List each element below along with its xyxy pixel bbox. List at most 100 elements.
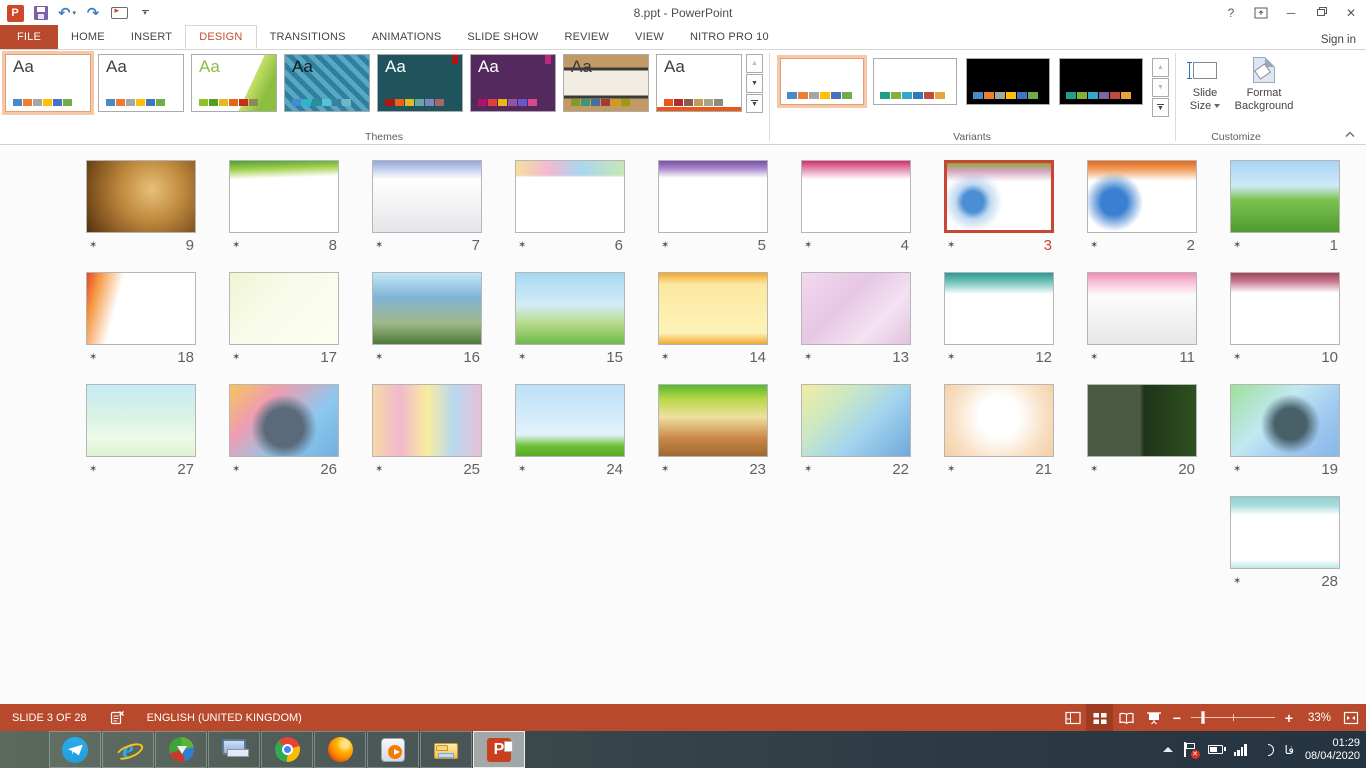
network-signal-icon[interactable]	[1234, 744, 1247, 756]
spell-check-icon[interactable]	[109, 710, 125, 725]
battery-icon[interactable]	[1208, 745, 1223, 754]
slide-thumbnail-18[interactable]	[86, 272, 196, 345]
animation-star-icon[interactable]: ✶	[804, 464, 812, 475]
volume-icon[interactable]	[1258, 744, 1274, 756]
redo-icon[interactable]: ↷	[83, 2, 103, 24]
zoom-slider[interactable]	[1187, 704, 1279, 731]
tab-review[interactable]: REVIEW	[551, 25, 622, 49]
zoom-slider-thumb[interactable]	[1201, 711, 1205, 724]
taskbar-telegram-icon[interactable]	[49, 731, 101, 768]
variant-thumbnail-4[interactable]	[1059, 58, 1143, 105]
animation-star-icon[interactable]: ✶	[1090, 352, 1098, 363]
powerpoint-logo-icon[interactable]: P	[5, 2, 25, 24]
animation-star-icon[interactable]: ✶	[661, 240, 669, 251]
theme-thumbnail-8[interactable]: Aa	[656, 54, 742, 112]
theme-thumbnail-4[interactable]: Aa	[284, 54, 370, 112]
slide-thumbnail-9[interactable]	[86, 160, 196, 233]
tab-view[interactable]: VIEW	[622, 25, 677, 49]
slide-thumbnail-10[interactable]	[1230, 272, 1340, 345]
slide-thumbnail-14[interactable]	[658, 272, 768, 345]
themes-scroll-up-icon[interactable]: ▲	[746, 54, 763, 73]
slide-thumbnail-12[interactable]	[944, 272, 1054, 345]
themes-more-icon[interactable]: ▼	[746, 94, 763, 113]
animation-star-icon[interactable]: ✶	[518, 352, 526, 363]
close-icon[interactable]: ✕	[1336, 0, 1366, 26]
slide-thumbnail-21[interactable]	[944, 384, 1054, 457]
language-indicator[interactable]: ENGLISH (UNITED KINGDOM)	[147, 712, 302, 724]
collapse-ribbon-icon[interactable]	[1344, 131, 1356, 138]
animation-star-icon[interactable]: ✶	[518, 464, 526, 475]
taskbar-chrome-icon[interactable]	[261, 731, 313, 768]
animation-star-icon[interactable]: ✶	[661, 464, 669, 475]
animation-star-icon[interactable]: ✶	[1233, 352, 1241, 363]
variants-more-icon[interactable]: ▼	[1152, 98, 1169, 117]
taskbar-firefox-icon[interactable]	[314, 731, 366, 768]
theme-thumbnail-7[interactable]: Aa	[563, 54, 649, 112]
customize-quick-access-toolbar-icon[interactable]: ▾	[135, 2, 155, 24]
zoom-out-button[interactable]: −	[1167, 710, 1187, 726]
ribbon-display-options-icon[interactable]	[1246, 0, 1276, 26]
tab-slide-show[interactable]: SLIDE SHOW	[454, 25, 551, 49]
start-from-beginning-icon[interactable]	[109, 2, 129, 24]
themes-scroll-down-icon[interactable]: ▼	[746, 74, 763, 93]
slide-thumbnail-7[interactable]	[372, 160, 482, 233]
tab-insert[interactable]: INSERT	[118, 25, 185, 49]
taskbar-media-icon[interactable]	[367, 731, 419, 768]
slide-thumbnail-22[interactable]	[801, 384, 911, 457]
slide-thumbnail-2[interactable]	[1087, 160, 1197, 233]
theme-thumbnail-5[interactable]: Aa	[377, 54, 463, 112]
start-button[interactable]	[0, 731, 48, 768]
undo-icon[interactable]: ↶▾	[57, 2, 77, 24]
animation-star-icon[interactable]: ✶	[804, 352, 812, 363]
slide-thumbnail-11[interactable]	[1087, 272, 1197, 345]
format-background-button[interactable]: Format Background	[1228, 53, 1300, 113]
tab-nitro-pro-10[interactable]: NITRO PRO 10	[677, 25, 782, 49]
slide-thumbnail-26[interactable]	[229, 384, 339, 457]
slide-sorter-view-button[interactable]	[1086, 704, 1113, 731]
animation-star-icon[interactable]: ✶	[804, 240, 812, 251]
help-icon[interactable]: ?	[1216, 0, 1246, 26]
tab-transitions[interactable]: TRANSITIONS	[257, 25, 359, 49]
variant-thumbnail-2[interactable]	[873, 58, 957, 105]
taskbar-powerpoint-icon[interactable]: P	[473, 731, 525, 768]
slide-thumbnail-6[interactable]	[515, 160, 625, 233]
zoom-in-button[interactable]: +	[1279, 710, 1299, 726]
slide-thumbnail-28[interactable]	[1230, 496, 1340, 569]
fit-slide-to-window-icon[interactable]	[1337, 704, 1364, 731]
save-icon[interactable]	[31, 2, 51, 24]
taskbar-file-explorer-icon[interactable]	[420, 731, 472, 768]
taskbar-remote-icon[interactable]	[208, 731, 260, 768]
slide-thumbnail-16[interactable]	[372, 272, 482, 345]
slide-thumbnail-25[interactable]	[372, 384, 482, 457]
taskbar-clock[interactable]: 01:29 08/04/2020	[1305, 737, 1360, 763]
animation-star-icon[interactable]: ✶	[947, 464, 955, 475]
variant-thumbnail-3[interactable]	[966, 58, 1050, 105]
theme-thumbnail-1[interactable]: Aa	[5, 54, 91, 112]
animation-star-icon[interactable]: ✶	[1233, 240, 1241, 251]
zoom-percentage[interactable]: 33%	[1299, 712, 1337, 724]
slide-thumbnail-15[interactable]	[515, 272, 625, 345]
taskbar-idm-icon[interactable]	[155, 731, 207, 768]
slide-thumbnail-13[interactable]	[801, 272, 911, 345]
slide-thumbnail-17[interactable]	[229, 272, 339, 345]
tab-animations[interactable]: ANIMATIONS	[359, 25, 455, 49]
reading-view-button[interactable]	[1113, 704, 1140, 731]
slide-size-button[interactable]: Slide Size	[1180, 53, 1230, 113]
slide-thumbnail-1[interactable]	[1230, 160, 1340, 233]
normal-view-button[interactable]	[1059, 704, 1086, 731]
animation-star-icon[interactable]: ✶	[1233, 576, 1241, 587]
animation-star-icon[interactable]: ✶	[375, 464, 383, 475]
slide-thumbnail-8[interactable]	[229, 160, 339, 233]
animation-star-icon[interactable]: ✶	[947, 352, 955, 363]
animation-star-icon[interactable]: ✶	[232, 352, 240, 363]
slide-thumbnail-24[interactable]	[515, 384, 625, 457]
variants-scroll-up-icon[interactable]: ▲	[1152, 58, 1169, 77]
tab-design[interactable]: DESIGN	[185, 25, 256, 49]
action-center-flag-icon[interactable]: ✕	[1184, 742, 1197, 757]
variants-scroll-down-icon[interactable]: ▼	[1152, 78, 1169, 97]
slide-thumbnail-4[interactable]	[801, 160, 911, 233]
tab-file[interactable]: FILE	[0, 25, 58, 49]
sign-in-link[interactable]: Sign in	[1321, 34, 1356, 46]
animation-star-icon[interactable]: ✶	[1233, 464, 1241, 475]
animation-star-icon[interactable]: ✶	[232, 240, 240, 251]
